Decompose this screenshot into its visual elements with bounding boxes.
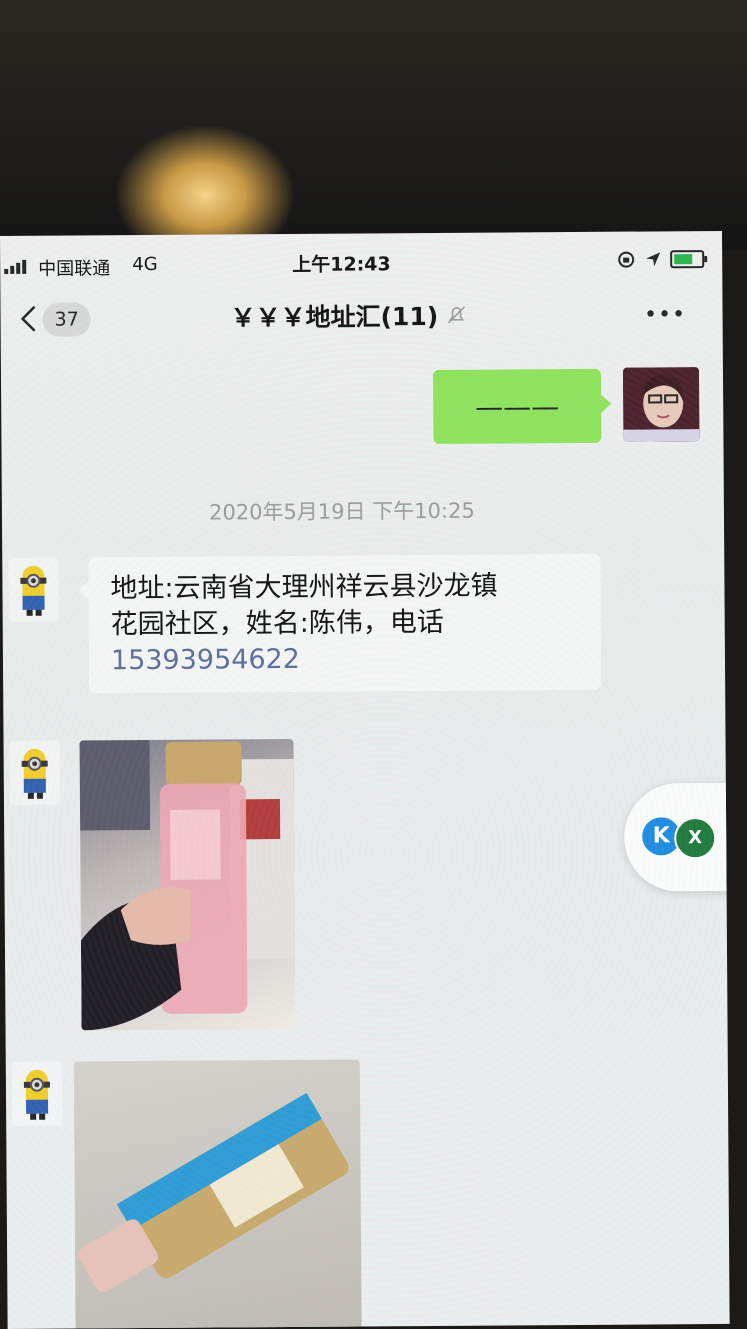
carrier-name: 中国联通: [38, 258, 111, 280]
sender-avatar[interactable]: [8, 557, 59, 622]
minion-avatar-icon: [23, 1069, 50, 1120]
image-message-tube[interactable]: [73, 1059, 362, 1329]
message-timestamp: 2020年5月19日 下午10:25: [208, 498, 475, 525]
device-surroundings: [0, 0, 747, 250]
sender-avatar[interactable]: [11, 1061, 63, 1126]
battery-icon: [670, 250, 705, 269]
signal-icon: [4, 259, 27, 274]
my-message-bubble[interactable]: ———: [432, 368, 602, 444]
x-app-icon[interactable]: X: [674, 817, 717, 860]
more-options-icon[interactable]: [644, 301, 684, 325]
minion-avatar-icon: [20, 565, 47, 616]
orientation-lock-icon: [618, 251, 635, 268]
location-icon: [646, 252, 661, 267]
status-bar: 中国联通 4G 上午12:43: [0, 245, 722, 280]
address-line-1: 地址:云南省大理州祥云县沙龙镇: [110, 570, 498, 605]
phone-screen: 中国联通 4G 上午12:43 37 ￥￥￥地址汇(11) ——— 2020年5…: [0, 230, 730, 1329]
chat-title-text: ￥￥￥地址汇(11): [230, 301, 439, 333]
avatar-photo-icon: [622, 367, 700, 442]
sender-avatar[interactable]: [9, 740, 60, 805]
network-type: 4G: [132, 253, 158, 276]
phone-number-link[interactable]: 15393954622: [111, 640, 581, 679]
product-photo-tube: [78, 1092, 349, 1293]
status-icons: [616, 249, 705, 270]
address-line-2: 花园社区，姓名:陈伟，电话: [110, 606, 444, 641]
product-photo-bottle: [79, 739, 296, 1031]
back-chevron-icon[interactable]: [14, 304, 44, 334]
image-message-bottle[interactable]: [79, 738, 296, 1031]
floating-app-switcher[interactable]: K X: [623, 782, 730, 892]
unread-count-badge[interactable]: 37: [42, 302, 91, 337]
chat-title: ￥￥￥地址汇(11): [230, 297, 468, 335]
my-avatar[interactable]: [622, 367, 700, 442]
chat-nav-bar: 37 ￥￥￥地址汇(11): [0, 283, 722, 348]
minion-avatar-icon: [21, 748, 48, 799]
address-message-bubble[interactable]: 地址:云南省大理州祥云县沙龙镇 花园社区，姓名:陈伟，电话 1539395462…: [88, 553, 602, 694]
status-time: 上午12:43: [292, 253, 391, 276]
mute-bell-icon: [447, 306, 465, 324]
